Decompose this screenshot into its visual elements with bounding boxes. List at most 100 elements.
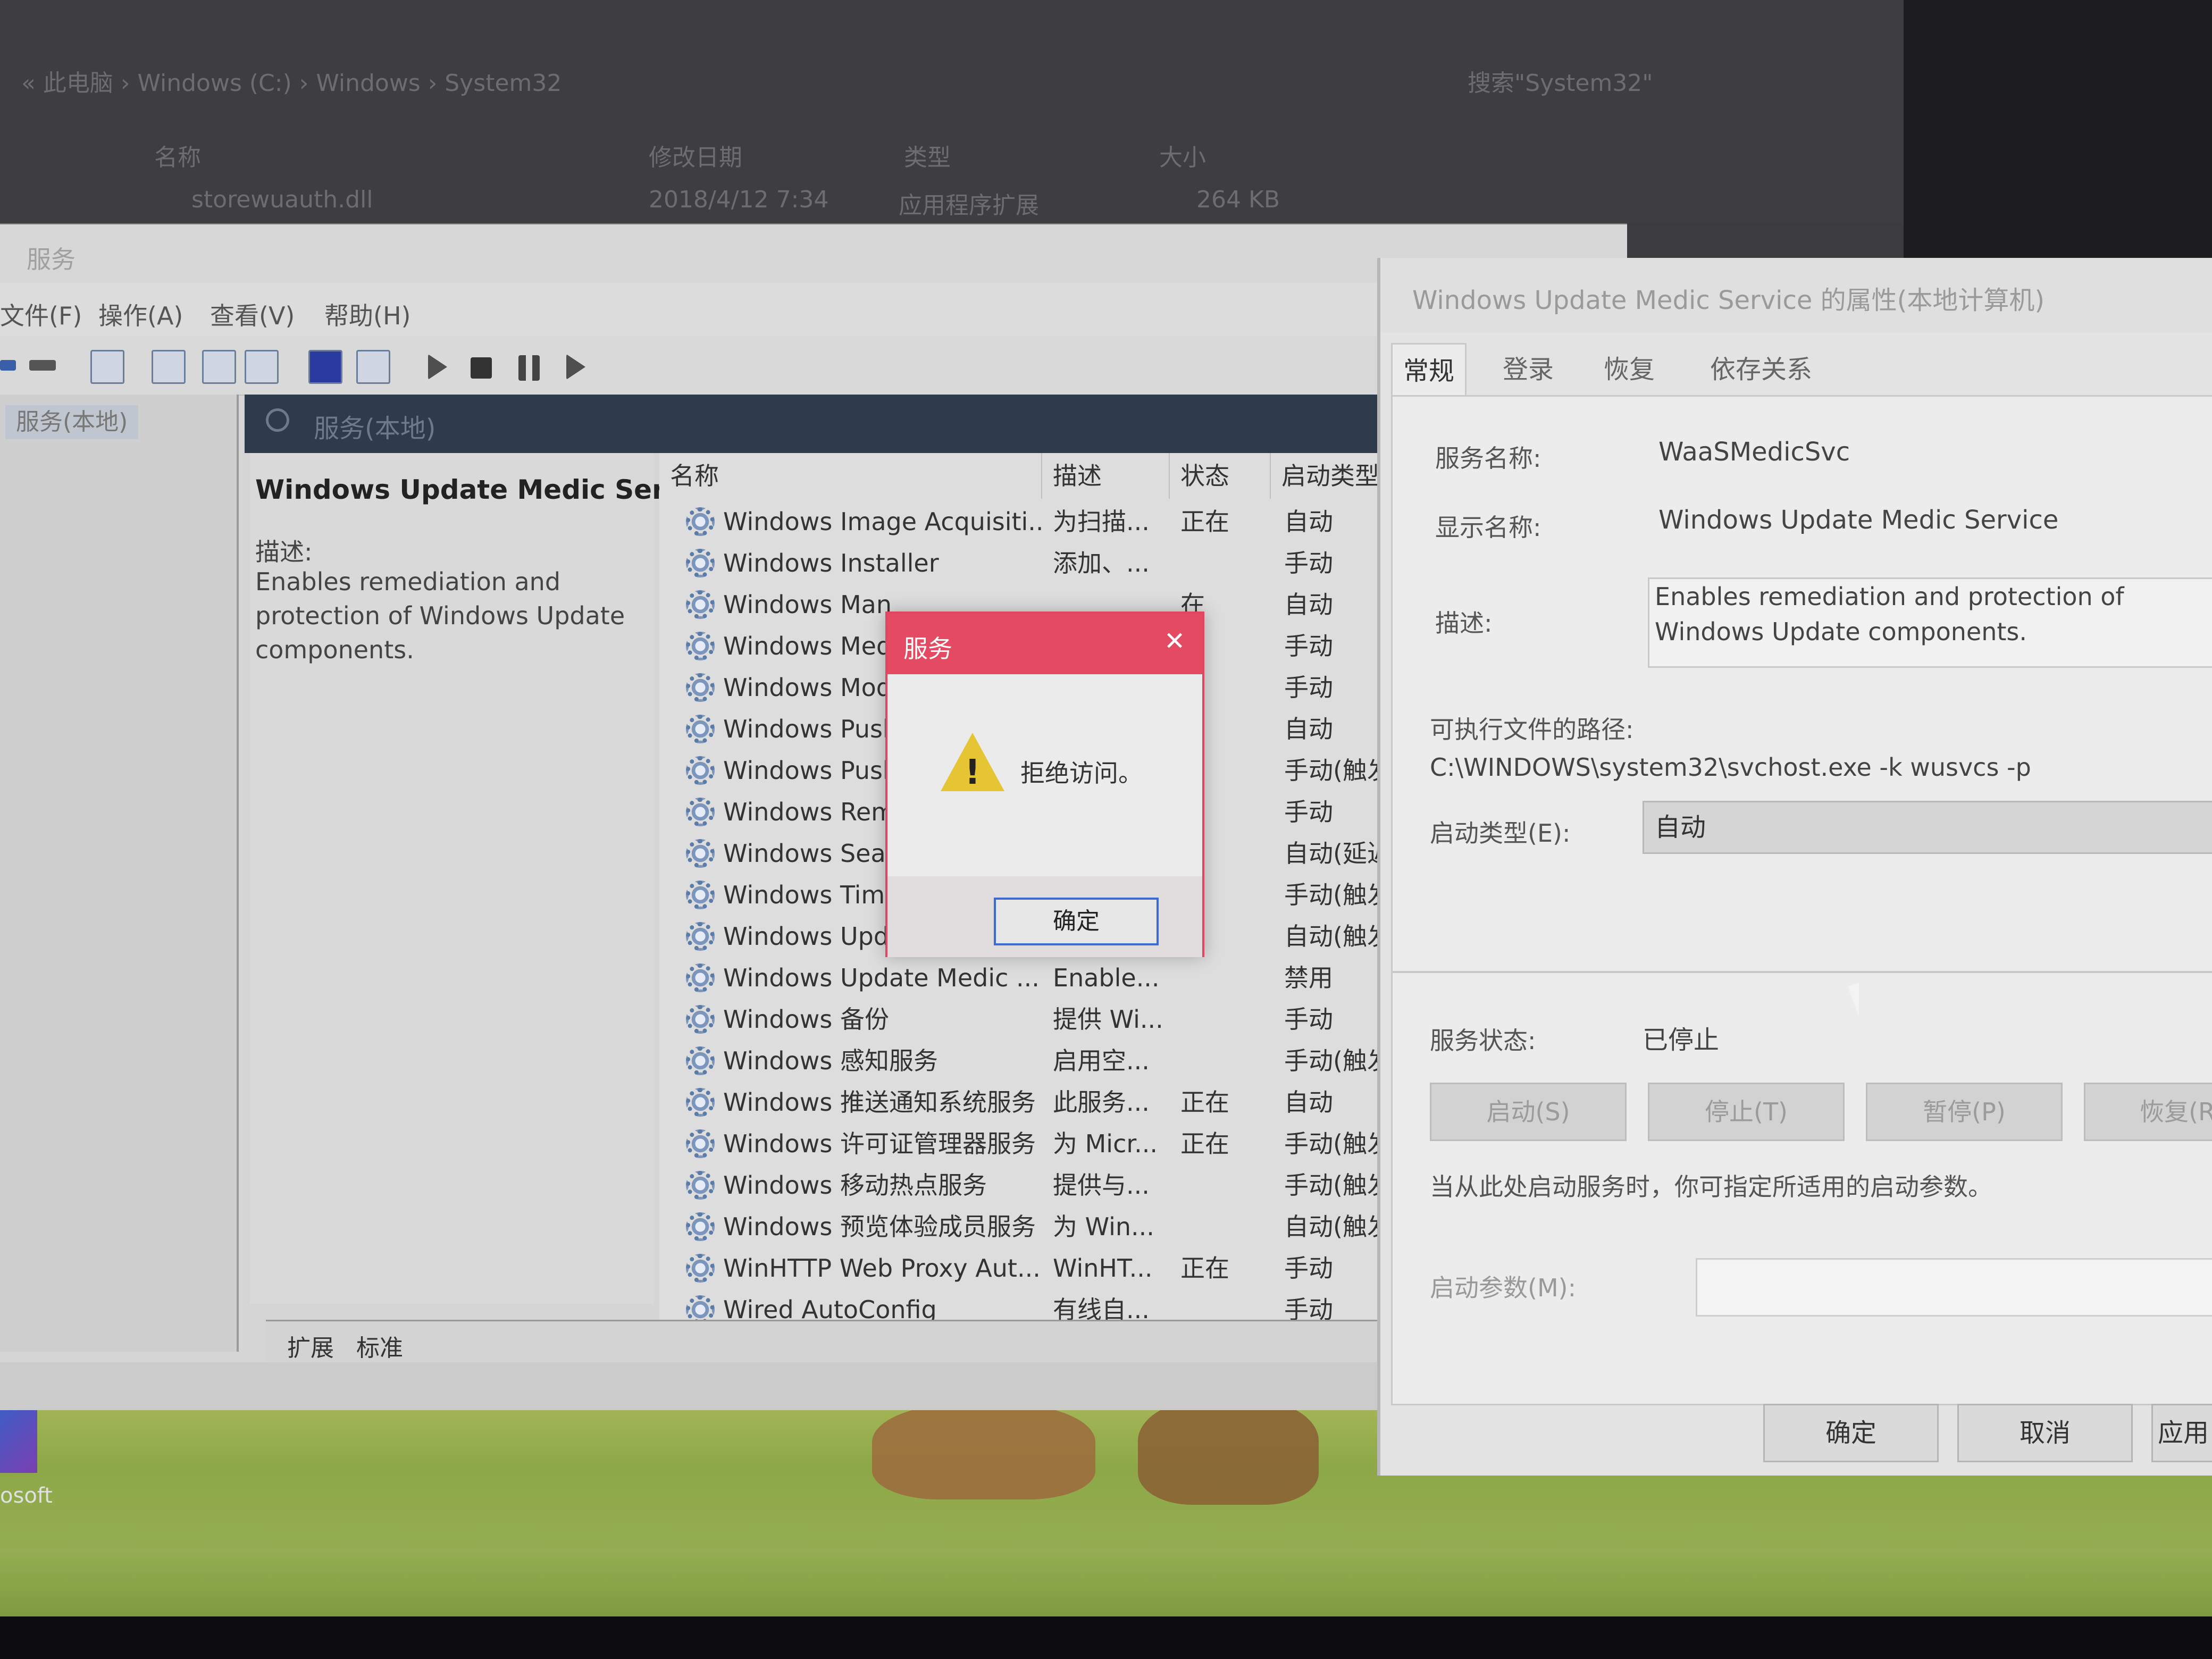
cell-description: 为 Micr...: [1053, 1129, 1158, 1158]
export-icon[interactable]: [245, 350, 279, 384]
service-status-label: 服务状态:: [1430, 1026, 1536, 1055]
cell-description: 为 Win...: [1053, 1212, 1154, 1241]
ok-button[interactable]: 确定: [1763, 1404, 1939, 1462]
column-size[interactable]: 大小: [1159, 138, 1206, 172]
service-status-value: 已停止: [1643, 1025, 1720, 1055]
wallpaper-tree: [872, 1404, 1095, 1499]
service-detail-pane: Windows Update Medic Service 描述: Enables…: [250, 453, 725, 1304]
menu-view[interactable]: 查看(V): [210, 297, 295, 332]
tab-general[interactable]: 常规: [1391, 343, 1467, 398]
tab-recovery[interactable]: 恢复: [1593, 343, 1665, 396]
cell-name: Windows 感知服务: [723, 1046, 938, 1075]
close-icon[interactable]: ✕: [1164, 626, 1185, 656]
apply-button[interactable]: 应用: [2151, 1404, 2212, 1462]
background-window-edge: [1904, 0, 2212, 266]
pause-icon[interactable]: [518, 355, 540, 381]
properties-dialog: Windows Update Medic Service 的属性(本地计算机) …: [1377, 258, 2212, 1476]
service-gear-icon: [686, 922, 715, 951]
cell-name: Windows 预览体验成员服务: [723, 1212, 1036, 1241]
access-denied-dialog: 服务 ✕ ! 拒绝访问。 确定: [885, 611, 1204, 957]
start-params-label: 启动参数(M):: [1430, 1273, 1577, 1302]
selected-service-name: Windows Update Medic Service: [255, 474, 726, 505]
error-ok-button[interactable]: 确定: [994, 898, 1159, 945]
window-title: 服务: [27, 245, 76, 274]
cell-description: 为扫描...: [1053, 507, 1150, 536]
menu-action[interactable]: 操作(A): [98, 297, 183, 332]
pause-button[interactable]: 暂停(P): [1866, 1083, 2063, 1141]
service-gear-icon: [686, 963, 715, 992]
stop-button[interactable]: 停止(T): [1648, 1083, 1845, 1141]
tab-standard[interactable]: 标准: [356, 1329, 403, 1363]
start-params-hint: 当从此处启动服务时，你可指定所适用的启动参数。: [1430, 1172, 1992, 1201]
show-hide-icon[interactable]: [356, 350, 390, 384]
cell-name: Windows Installer: [723, 549, 939, 577]
menu-help[interactable]: 帮助(H): [324, 297, 410, 332]
cell-status: 正在: [1180, 507, 1229, 536]
column-header-description[interactable]: 描述: [1042, 453, 1170, 499]
general-tab-page: 服务名称: WaaSMedicSvc 显示名称: Windows Update …: [1391, 395, 2212, 1405]
cell-name: Windows Image Acquisiti...: [723, 507, 1042, 536]
service-gear-icon: [686, 632, 715, 660]
resume-button[interactable]: 恢复(R): [2084, 1083, 2212, 1141]
start-params-input[interactable]: [1696, 1258, 2212, 1317]
monitor-screen: « 此电脑 › Windows (C:) › Windows › System3…: [0, 0, 2212, 1616]
service-name-value: WaaSMedicSvc: [1658, 437, 1850, 467]
service-gear-icon: [686, 1254, 715, 1283]
divider: [1393, 971, 2212, 973]
service-gear-icon: [686, 881, 715, 909]
cancel-button[interactable]: 取消: [1957, 1404, 2133, 1462]
tree-item-services-local[interactable]: 服务(本地): [5, 405, 139, 439]
tab-extended[interactable]: 扩展: [287, 1329, 334, 1363]
column-name[interactable]: 名称: [154, 138, 201, 172]
search-input[interactable]: 搜索"System32": [1468, 64, 1653, 98]
service-gear-icon: [686, 507, 715, 536]
service-gear-icon: [686, 715, 715, 743]
start-button[interactable]: 启动(S): [1430, 1083, 1627, 1141]
service-gear-icon: [686, 1171, 715, 1200]
display-name-label: 显示名称:: [1435, 513, 1541, 542]
service-gear-icon: [686, 549, 715, 577]
back-arrow-icon[interactable]: [0, 360, 16, 371]
desktop-app-icon[interactable]: [0, 1404, 37, 1473]
display-name-value: Windows Update Medic Service: [1658, 505, 2059, 535]
description-label: 描述:: [255, 538, 313, 566]
column-date[interactable]: 修改日期: [649, 138, 742, 172]
help-icon[interactable]: [308, 350, 342, 384]
tab-logon[interactable]: 登录: [1492, 343, 1564, 396]
wallpaper-tree: [1138, 1398, 1319, 1505]
startup-type-label: 启动类型(E):: [1430, 819, 1571, 848]
properties-icon[interactable]: [152, 350, 186, 384]
console-tree-icon[interactable]: [90, 350, 124, 384]
executable-path-label: 可执行文件的路径:: [1430, 715, 1634, 744]
forward-arrow-icon[interactable]: [29, 360, 56, 371]
file-date: 2018/4/12 7:34: [649, 186, 829, 213]
play-icon[interactable]: [428, 354, 447, 380]
startup-type-select[interactable]: 自动: [1643, 801, 2212, 854]
console-tree: 服务(本地): [0, 395, 239, 1352]
service-gear-icon: [686, 1046, 715, 1075]
file-explorer-window: « 此电脑 › Windows (C:) › Windows › System3…: [0, 0, 1904, 223]
service-gear-icon: [686, 673, 715, 702]
service-gear-icon: [686, 756, 715, 785]
service-gear-icon: [686, 590, 715, 619]
properties-title: Windows Update Medic Service 的属性(本地计算机): [1412, 286, 2045, 315]
cell-description: 提供与...: [1053, 1171, 1150, 1200]
stop-icon[interactable]: [471, 357, 492, 379]
search-icon: [266, 408, 289, 432]
service-gear-icon: [686, 1129, 715, 1158]
service-gear-icon: [686, 1005, 715, 1034]
column-header-name[interactable]: 名称: [659, 453, 1042, 499]
refresh-icon[interactable]: [202, 350, 236, 384]
breadcrumb[interactable]: « 此电脑 › Windows (C:) › Windows › System3…: [21, 64, 562, 98]
cell-description: 添加、...: [1053, 549, 1150, 577]
menu-file[interactable]: 文件(F): [0, 297, 82, 332]
restart-icon[interactable]: [566, 354, 585, 380]
column-header-status[interactable]: 状态: [1170, 453, 1271, 499]
cell-status: 正在: [1180, 1129, 1229, 1158]
tab-dependencies[interactable]: 依存关系: [1699, 343, 1823, 396]
service-gear-icon: [686, 1212, 715, 1241]
description-box[interactable]: Enables remediation and protection of Wi…: [1648, 577, 2212, 668]
monitor-bezel: [0, 1616, 2212, 1659]
column-type[interactable]: 类型: [904, 138, 951, 172]
service-gear-icon: [686, 1088, 715, 1117]
